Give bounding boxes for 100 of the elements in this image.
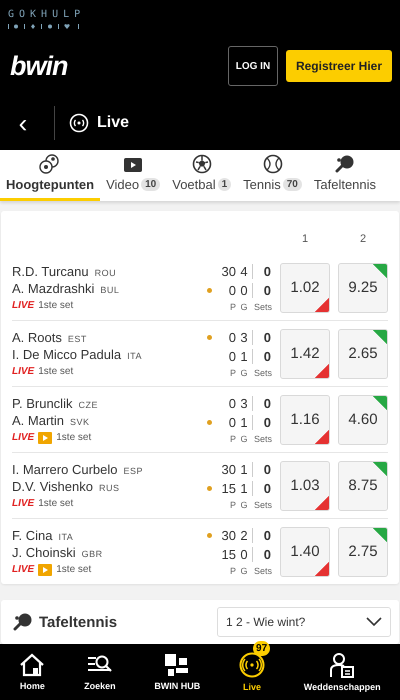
set-status: 1ste set [38,300,74,312]
games: 3 [236,330,253,345]
nav-item[interactable]: Home [17,644,48,700]
points-label: P [228,434,236,444]
country-code: ITA [127,351,142,362]
count-badge: 1 [218,178,232,192]
person-ticket-icon [329,652,356,678]
country-code: RUS [98,483,120,494]
games: 1 [236,348,253,364]
sets: 0 [262,480,271,496]
country-code: ESP [123,466,143,476]
points: 30 [220,528,236,543]
points-label: P [228,368,236,378]
player-name[interactable]: J. Choinski [12,544,76,560]
sets: 0 [262,546,271,562]
odds-button[interactable]: 1.40 [280,526,330,577]
country-code: BUL [100,285,120,296]
nav-item[interactable]: Weddenschappen [302,644,383,700]
country-code: ROU [94,268,116,278]
player-name[interactable]: D.V. Vishenko [12,479,93,494]
sets-label: Sets [252,566,272,576]
tennis-ball-icon [262,154,283,174]
nav-item[interactable]: BWIN HUB [152,644,202,700]
football-icon [192,154,212,174]
country-code: EST [68,334,87,344]
count-badge: 97 [253,641,270,656]
points: 30 [220,462,236,477]
set-status: 1ste set [38,498,74,510]
games-label: G [239,434,248,444]
sets-label: Sets [252,434,272,444]
bwin-logo[interactable]: bwin [10,50,68,82]
balls-icon [39,154,62,174]
sport-tab[interactable]: Tafeltennis [308,150,382,202]
sets: 0 [262,330,271,345]
count-badge: 70 [282,178,302,192]
player-name[interactable]: A. Mazdrashki [12,281,94,296]
player-name[interactable]: P. Brunclik [12,396,72,411]
points: 0 [228,396,236,411]
set-status: 1ste set [56,564,92,576]
odds-button[interactable]: 1.03 [280,460,330,511]
points-label: P [228,566,236,576]
login-button[interactable]: LOG IN [228,46,278,86]
sets: 0 [262,348,271,364]
games: 1 [236,480,253,496]
sport-tab[interactable]: Video 10 [100,150,166,202]
odds-button[interactable]: 8.75 [338,460,388,511]
odds-button[interactable]: 2.75 [338,526,388,577]
column-header: 2 [358,233,368,246]
player-name[interactable]: F. Cina [12,528,52,543]
country-code: CZE [78,400,98,410]
sport-tab[interactable]: Hoogtepunten [0,150,100,202]
games: 3 [236,396,253,411]
sets-label: Sets [252,302,272,312]
live-icon [239,652,266,678]
points: 0 [228,348,236,364]
games-label: G [239,500,248,510]
points: 15 [220,480,236,496]
odds-button[interactable]: 9.25 [338,262,388,313]
live-label: LIVE [12,300,34,312]
market-dropdown[interactable]: 1 2 - Wie wint? [217,607,391,638]
sets: 0 [262,264,271,279]
register-button[interactable]: Registreer Hier [286,50,392,82]
odds-button[interactable]: 4.60 [338,394,388,445]
country-code: ITA [58,532,74,542]
points: 0 [228,414,236,430]
column-header: 1 [300,233,310,246]
sets: 0 [262,462,271,477]
sport-tab[interactable]: Tennis 70 [237,150,308,202]
games: 0 [236,546,253,562]
points: 30 [220,264,236,279]
odds-button[interactable]: 1.16 [280,394,330,445]
player-name[interactable]: R.D. Turcanu [12,264,89,280]
odds-button[interactable]: 1.42 [280,328,330,379]
points: 15 [220,546,236,562]
live-label: LIVE [12,498,34,510]
points-label: P [228,500,236,510]
games: 2 [236,528,253,543]
play-icon [123,156,144,174]
player-name[interactable]: A. Roots [12,330,62,346]
nav-item[interactable]: 97 Live [237,644,268,700]
nav-item[interactable]: Zoeken [82,644,118,700]
odds-button[interactable]: 1.02 [280,262,330,313]
points: 0 [228,330,236,345]
odds-button[interactable]: 2.65 [338,328,388,379]
sets: 0 [262,528,271,543]
section-title: Tafeltennis [39,614,118,631]
games: 1 [236,462,253,477]
player-name[interactable]: I. De Micco Padula [12,347,122,362]
set-status: 1ste set [38,366,74,378]
paddle-icon [334,154,355,174]
player-name[interactable]: I. Marrero Curbelo [12,462,118,478]
hub-icon [164,653,190,678]
sport-tab[interactable]: Voetbal 1 [166,150,238,202]
country-code: SVK [70,416,90,427]
live-icon [69,112,89,132]
sets: 0 [262,282,271,298]
back-button[interactable]: ‹ [0,110,46,136]
player-name[interactable]: A. Martin [12,412,64,428]
games-label: G [239,368,248,378]
help-logo: GOKHULP [8,9,86,20]
